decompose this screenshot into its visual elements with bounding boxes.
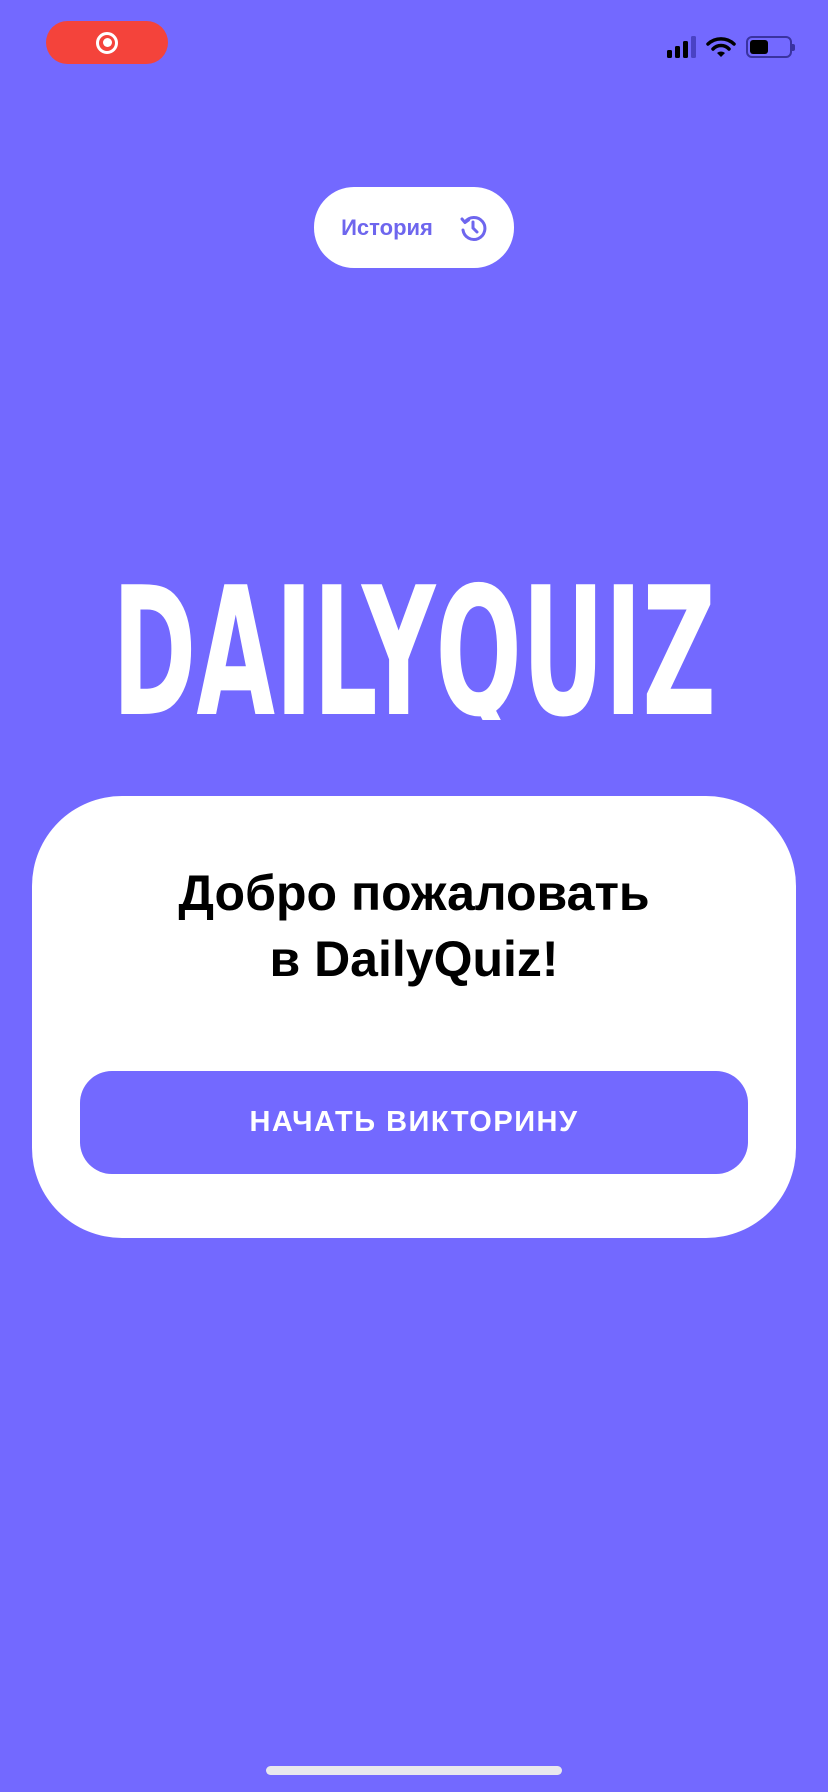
screen-recording-indicator[interactable] [46, 21, 168, 64]
status-bar-icons [667, 36, 795, 58]
history-clock-icon [460, 215, 487, 241]
logo-text: DAILYQUIZ [112, 580, 716, 720]
screen-record-icon [96, 31, 118, 54]
start-quiz-button[interactable]: НАЧАТЬ ВИКТОРИНУ [80, 1071, 748, 1174]
cellular-signal-icon [667, 36, 696, 58]
welcome-title: Добро пожаловать в DailyQuiz! [32, 860, 796, 992]
battery-icon [746, 36, 795, 58]
welcome-title-line2: в DailyQuiz! [269, 931, 559, 987]
wifi-icon [706, 37, 736, 57]
welcome-title-line1: Добро пожаловать [178, 865, 650, 921]
history-button[interactable]: История [314, 187, 514, 268]
home-indicator[interactable] [266, 1766, 562, 1775]
welcome-card: Добро пожаловать в DailyQuiz! НАЧАТЬ ВИК… [32, 796, 796, 1238]
history-label: История [341, 214, 433, 240]
dailyquiz-logo: DAILYQUIZ [112, 580, 716, 720]
